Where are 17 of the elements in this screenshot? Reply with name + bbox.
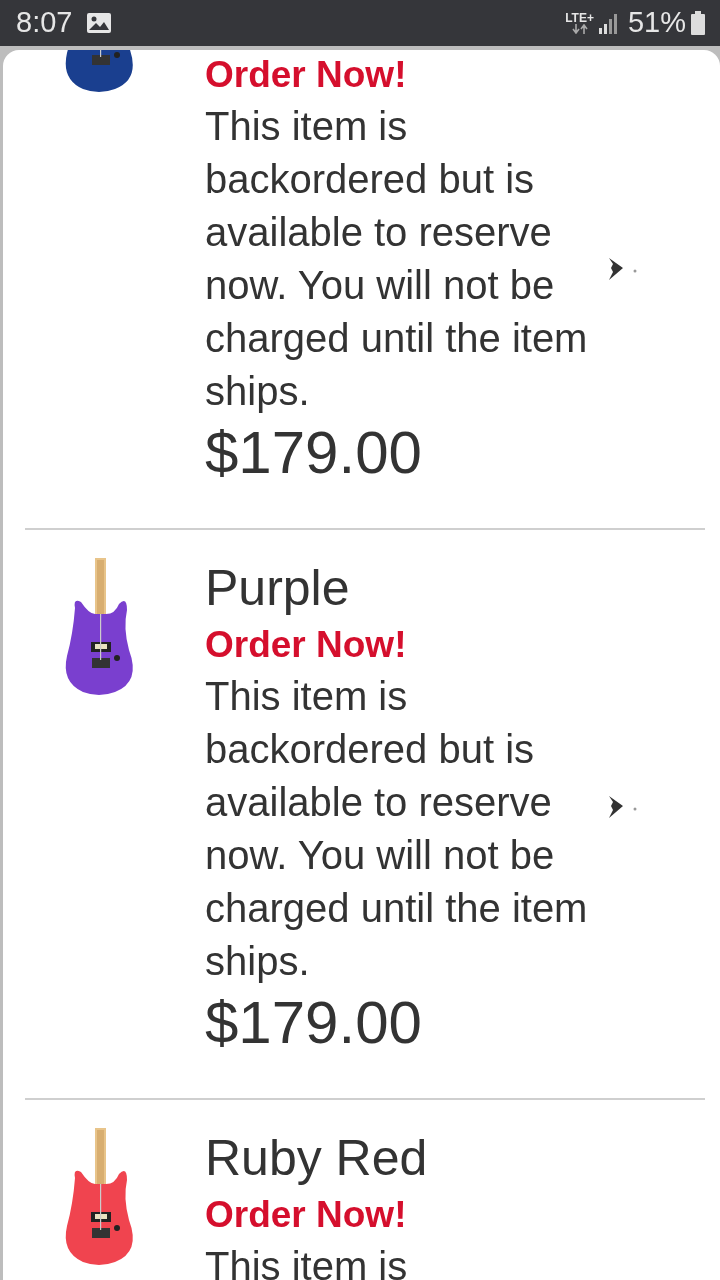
product-name: Ruby Red <box>205 1129 429 1188</box>
image-icon <box>86 12 113 34</box>
order-now-link[interactable]: Order Now! <box>205 1190 605 1240</box>
network-type: LTE+ <box>565 12 594 24</box>
signal-icon <box>597 12 620 34</box>
order-now-link[interactable]: Order Now! <box>205 50 605 100</box>
product-name: Purple <box>205 559 351 618</box>
data-arrows-icon <box>570 24 589 34</box>
availability-note: This item is backordered but is available to reserve now. You will not be charged until the item ships. <box>205 103 589 415</box>
product-price: $179.00 <box>205 988 423 1058</box>
product-price: $179.00 <box>205 418 423 488</box>
order-now-link[interactable]: Order Now! <box>205 620 605 670</box>
clock: 8:07 <box>16 5 73 41</box>
battery-icon <box>690 11 706 35</box>
battery-percentage: 51% <box>627 5 686 41</box>
availability-note: This item is backordered but is available to reserve now. You will not be charged until the item ships. <box>205 673 589 985</box>
availability-note: This item is <box>205 1243 409 1280</box>
